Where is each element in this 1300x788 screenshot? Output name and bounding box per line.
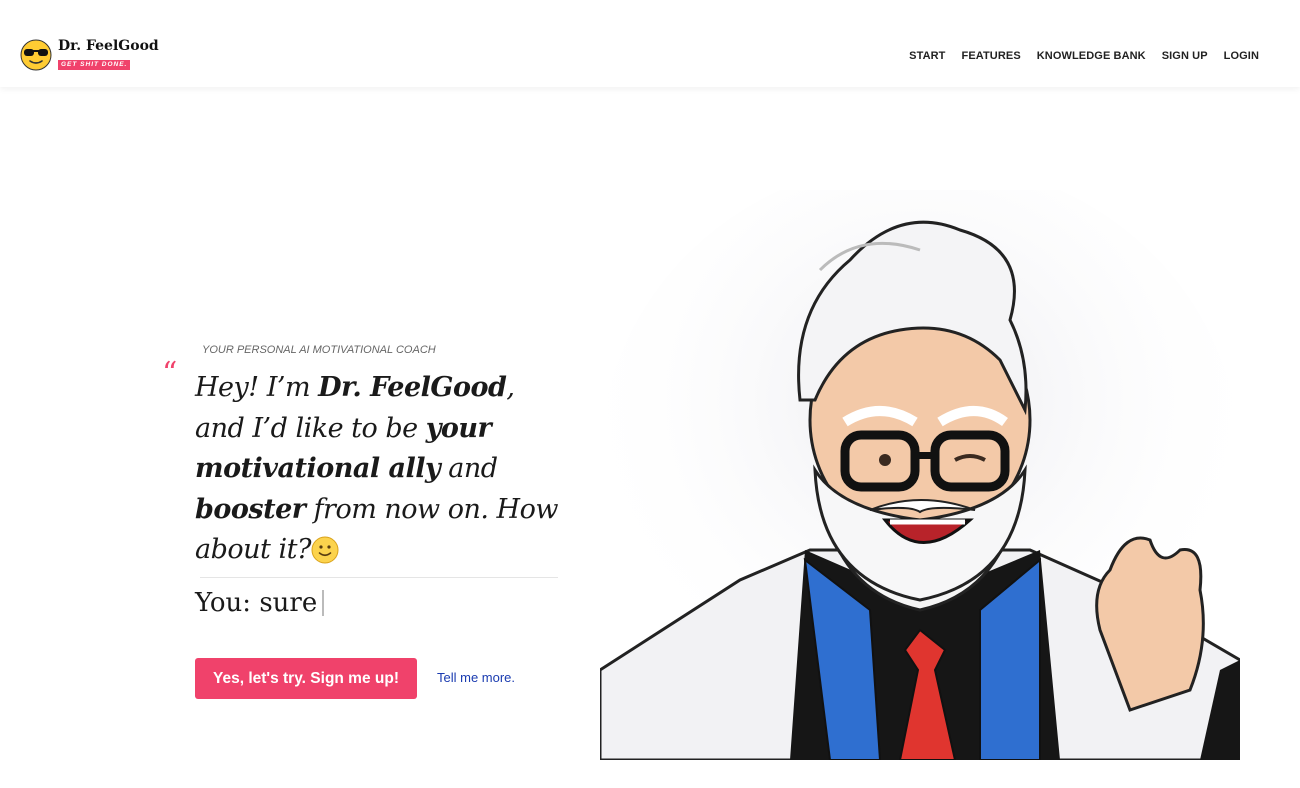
- brand-logo[interactable]: Dr. FeelGood GET SHIT DONE.: [20, 38, 159, 72]
- nav-login[interactable]: LOGIN: [1224, 50, 1259, 62]
- tell-me-more-link[interactable]: Tell me more.: [437, 670, 515, 685]
- brand-tagline: GET SHIT DONE.: [58, 60, 131, 70]
- nav-features[interactable]: FEATURES: [962, 50, 1021, 62]
- slightly-smiling-face-icon: [311, 536, 339, 564]
- signup-cta-button[interactable]: Yes, let's try. Sign me up!: [195, 658, 417, 699]
- chat-value: sure: [259, 588, 318, 618]
- main-nav: START FEATURES KNOWLEDGE BANK SIGN UP LO…: [909, 50, 1259, 62]
- sunglasses-emoji-icon: [20, 39, 52, 71]
- quote-mark: “: [162, 356, 178, 391]
- chat-prefix: You:: [195, 588, 260, 618]
- nav-start[interactable]: START: [909, 50, 945, 62]
- doctor-character-illustration: [600, 190, 1240, 760]
- chat-reply[interactable]: You: sure: [195, 588, 325, 618]
- nav-sign-up[interactable]: SIGN UP: [1162, 50, 1208, 62]
- brand-name: Dr. FeelGood: [58, 38, 159, 54]
- hero-headline: Hey! I’m Dr. FeelGood, and I’d like to b…: [195, 372, 558, 565]
- site-header: Dr. FeelGood GET SHIT DONE. START FEATUR…: [0, 0, 1300, 87]
- text-caret: [322, 590, 325, 616]
- nav-knowledge-bank[interactable]: KNOWLEDGE BANK: [1037, 50, 1146, 62]
- divider: [200, 577, 558, 578]
- hero-eyebrow: YOUR PERSONAL AI MOTIVATIONAL COACH: [202, 344, 436, 356]
